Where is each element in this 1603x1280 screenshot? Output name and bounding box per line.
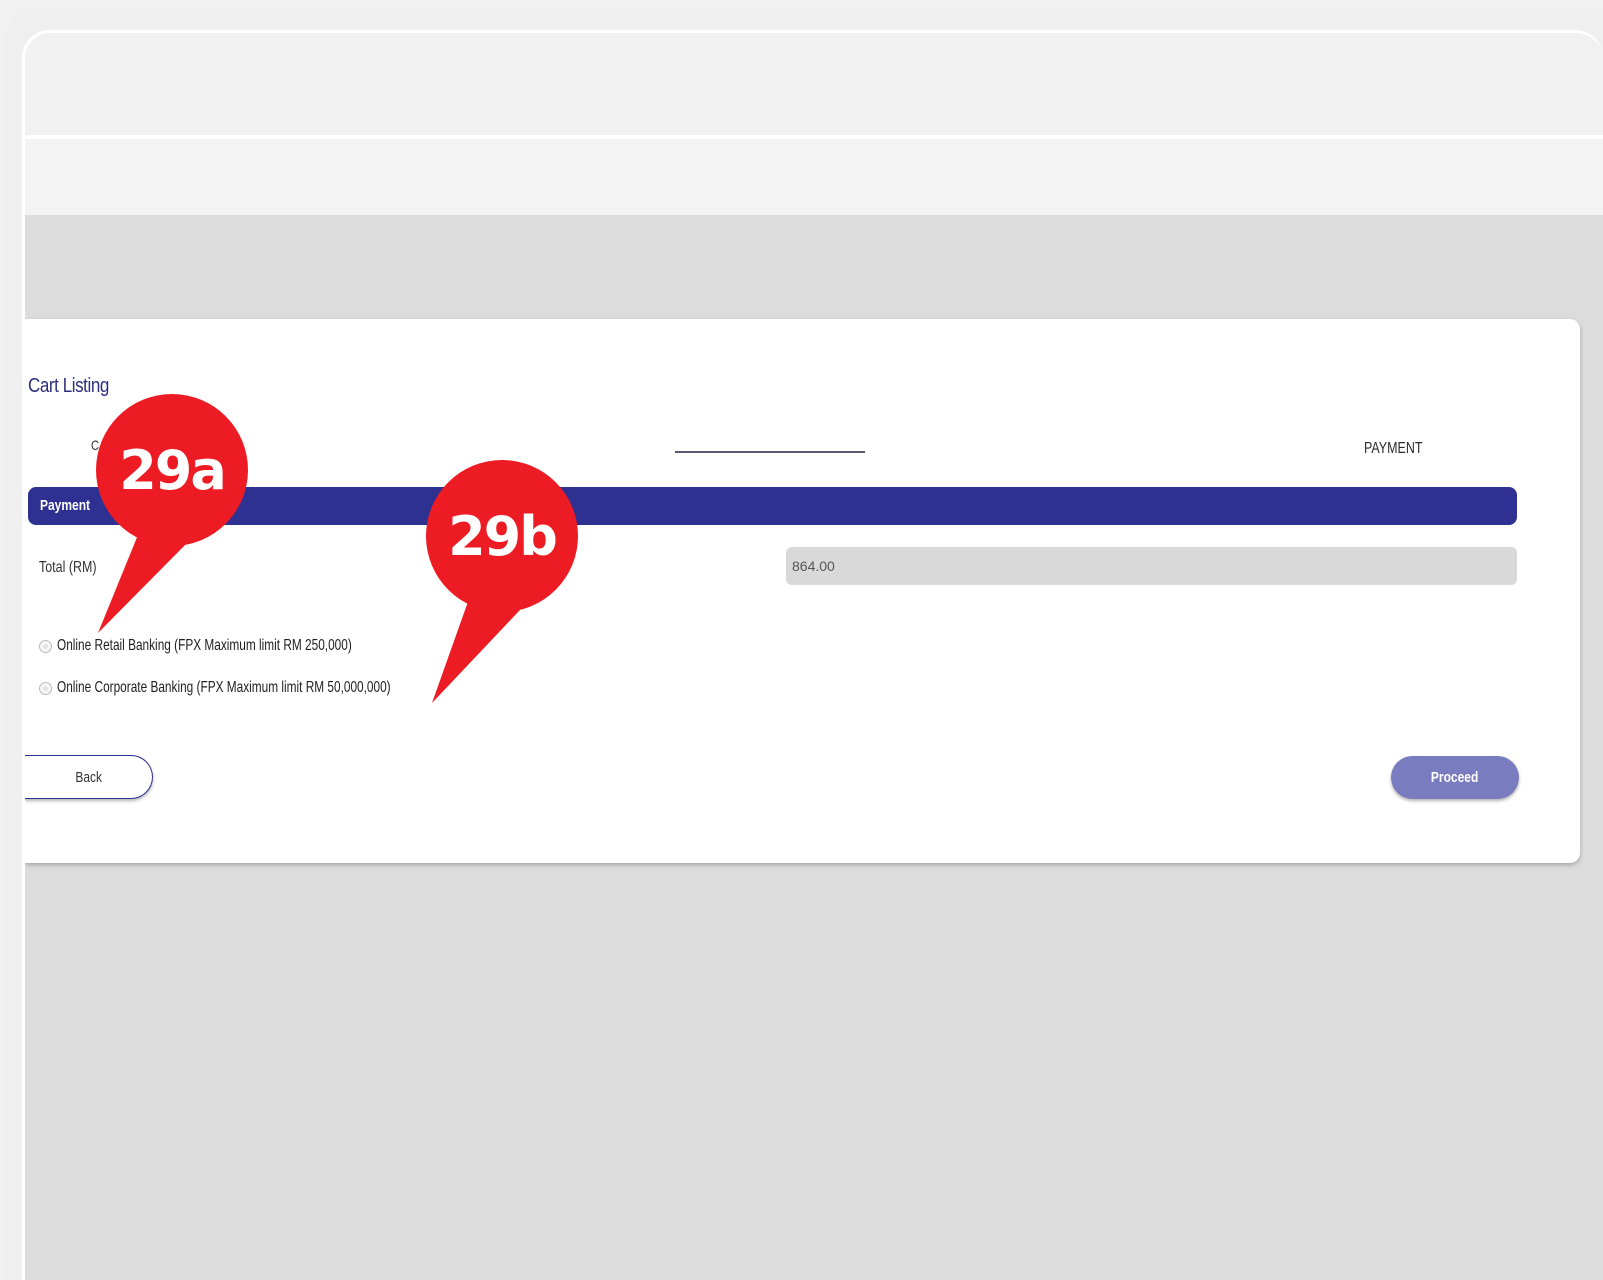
radio-option-label: Online Corporate Banking (FPX Maximum li… (57, 679, 391, 696)
sub-header-band (25, 139, 1603, 215)
back-button-label: Back (75, 768, 102, 786)
cart-card: Cart Listing C PAYMENT Payment Total (RM… (25, 319, 1580, 863)
radio-button[interactable] (39, 639, 52, 653)
step-progress-line (675, 451, 865, 453)
header-band (25, 33, 1603, 135)
payment-section-label: Payment (40, 497, 91, 514)
radio-option-corporate-banking[interactable]: Online Corporate Banking (FPX Maximum li… (39, 679, 508, 697)
radio-option-retail-banking[interactable]: Online Retail Banking (FPX Maximum limit… (39, 637, 455, 655)
total-field (786, 547, 1517, 585)
browser-viewport: Cart Listing C PAYMENT Payment Total (RM… (22, 30, 1603, 1280)
annotation-callout-29a: 29a (96, 394, 248, 546)
radio-button[interactable] (39, 681, 52, 695)
proceed-button[interactable]: Proceed (1391, 756, 1519, 799)
total-label: Total (RM) (39, 559, 97, 576)
step-payment-label: PAYMENT (1364, 440, 1423, 457)
payment-section-header: Payment (28, 487, 1517, 525)
annotation-callout-29b: 29b (426, 460, 578, 612)
radio-option-label: Online Retail Banking (FPX Maximum limit… (57, 637, 352, 654)
proceed-button-label: Proceed (1431, 769, 1479, 786)
back-button[interactable]: Back (25, 755, 153, 799)
page-title: Cart Listing (28, 375, 109, 397)
